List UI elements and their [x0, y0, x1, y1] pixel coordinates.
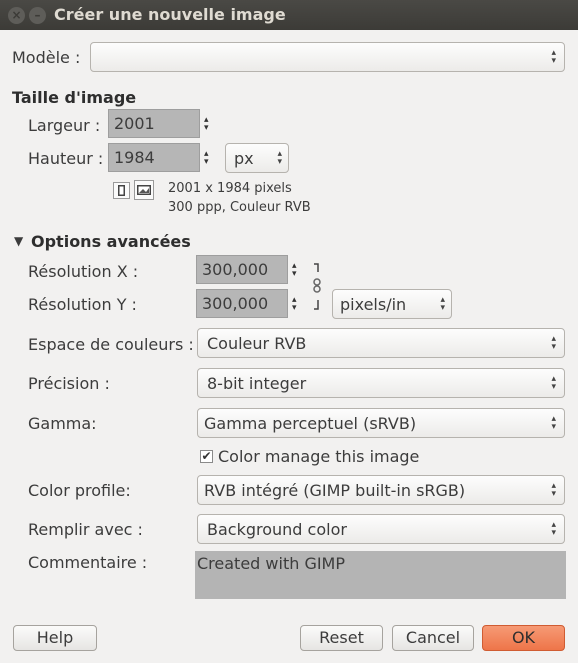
- color-manage-checkbox[interactable]: ✔: [200, 450, 213, 463]
- width-label: Largeur :: [28, 116, 101, 135]
- color-profile-label: Color profile:: [28, 481, 131, 500]
- colorspace-value: Couleur RVB: [207, 334, 307, 353]
- comment-value: Created with GIMP: [197, 554, 346, 573]
- image-info-line1: 2001 x 1984 pixels: [168, 181, 292, 196]
- resolution-y-label: Résolution Y :: [28, 295, 137, 314]
- resolution-x-label: Résolution X :: [28, 262, 139, 281]
- color-profile-combo[interactable]: RVB intégré (GIMP built-in sRGB) ▴ ▾: [197, 475, 565, 505]
- window-title: Créer une nouvelle image: [54, 5, 286, 24]
- reset-button[interactable]: Reset: [300, 625, 383, 651]
- landscape-icon[interactable]: [134, 180, 154, 200]
- template-combo[interactable]: ▴ ▾: [90, 42, 565, 72]
- width-value: 2001: [114, 114, 155, 133]
- colorspace-combo[interactable]: Couleur RVB ▴ ▾: [197, 328, 565, 358]
- resolution-x-spinbox[interactable]: 300,000: [196, 255, 288, 284]
- image-size-heading: Taille d'image: [12, 88, 137, 107]
- precision-value: 8-bit integer: [207, 374, 307, 393]
- combo-arrows-icon: ▴ ▾: [551, 334, 556, 352]
- combo-arrows-icon: ▴ ▾: [551, 414, 556, 432]
- comment-label: Commentaire :: [28, 553, 148, 572]
- combo-arrows-icon: ▴ ▾: [277, 149, 282, 167]
- combo-arrows-icon: ▴ ▾: [551, 520, 556, 538]
- height-label: Hauteur :: [28, 149, 104, 168]
- resolution-y-value: 300,000: [202, 294, 269, 313]
- close-icon: ×: [11, 8, 22, 22]
- gamma-combo[interactable]: Gamma perceptuel (sRVB) ▴ ▾: [197, 408, 565, 438]
- height-spinbox[interactable]: 1984: [108, 143, 200, 172]
- colorspace-label: Espace de couleurs :: [28, 335, 194, 354]
- cancel-button[interactable]: Cancel: [392, 625, 474, 651]
- precision-combo[interactable]: 8-bit integer ▴ ▾: [197, 368, 565, 398]
- checkmark-icon: ✔: [201, 449, 212, 463]
- comment-textarea[interactable]: Created with GIMP: [195, 551, 566, 599]
- resolution-y-spin-arrows-icon[interactable]: ▴ ▾: [292, 296, 297, 313]
- close-window-button[interactable]: ×: [8, 7, 25, 24]
- resolution-x-spin-arrows-icon[interactable]: ▴ ▾: [292, 262, 297, 279]
- ok-button[interactable]: OK: [482, 625, 565, 651]
- resolution-unit-value: pixels/in: [340, 295, 407, 314]
- fill-value: Background color: [207, 520, 347, 539]
- minimize-window-button[interactable]: –: [29, 7, 46, 24]
- color-profile-value: RVB intégré (GIMP built-in sRGB): [204, 481, 466, 500]
- height-value: 1984: [114, 148, 155, 167]
- combo-arrows-icon: ▴ ▾: [551, 48, 556, 66]
- gamma-value: Gamma perceptuel (sRVB): [204, 414, 417, 433]
- resolution-y-spinbox[interactable]: 300,000: [196, 289, 288, 318]
- precision-label: Précision :: [28, 374, 110, 393]
- combo-arrows-icon: ▴ ▾: [440, 295, 445, 313]
- help-button[interactable]: Help: [13, 625, 97, 651]
- minimize-icon: –: [34, 8, 41, 22]
- chain-link-icon[interactable]: [312, 262, 322, 314]
- combo-arrows-icon: ▴ ▾: [551, 374, 556, 392]
- size-unit-combo[interactable]: px ▴ ▾: [225, 143, 289, 173]
- fill-label: Remplir avec :: [28, 520, 143, 539]
- width-spin-arrows-icon[interactable]: ▴ ▾: [204, 116, 209, 133]
- size-unit-value: px: [234, 149, 254, 168]
- template-label: Modèle :: [12, 48, 81, 67]
- portrait-icon[interactable]: [113, 182, 130, 199]
- resolution-x-value: 300,000: [202, 260, 269, 279]
- resolution-unit-combo[interactable]: pixels/in ▴ ▾: [332, 289, 452, 319]
- image-info-line2: 300 ppp, Couleur RVB: [168, 200, 311, 215]
- fill-combo[interactable]: Background color ▴ ▾: [197, 514, 565, 544]
- height-spin-arrows-icon[interactable]: ▴ ▾: [204, 150, 209, 167]
- title-bar: × – Créer une nouvelle image: [0, 0, 578, 30]
- gamma-label: Gamma:: [28, 414, 97, 433]
- expander-triangle-icon[interactable]: ▼: [14, 234, 23, 248]
- combo-arrows-icon: ▴ ▾: [551, 481, 556, 499]
- advanced-options-heading[interactable]: Options avancées: [31, 232, 191, 251]
- width-spinbox[interactable]: 2001: [108, 109, 200, 138]
- color-manage-label[interactable]: Color manage this image: [218, 447, 419, 466]
